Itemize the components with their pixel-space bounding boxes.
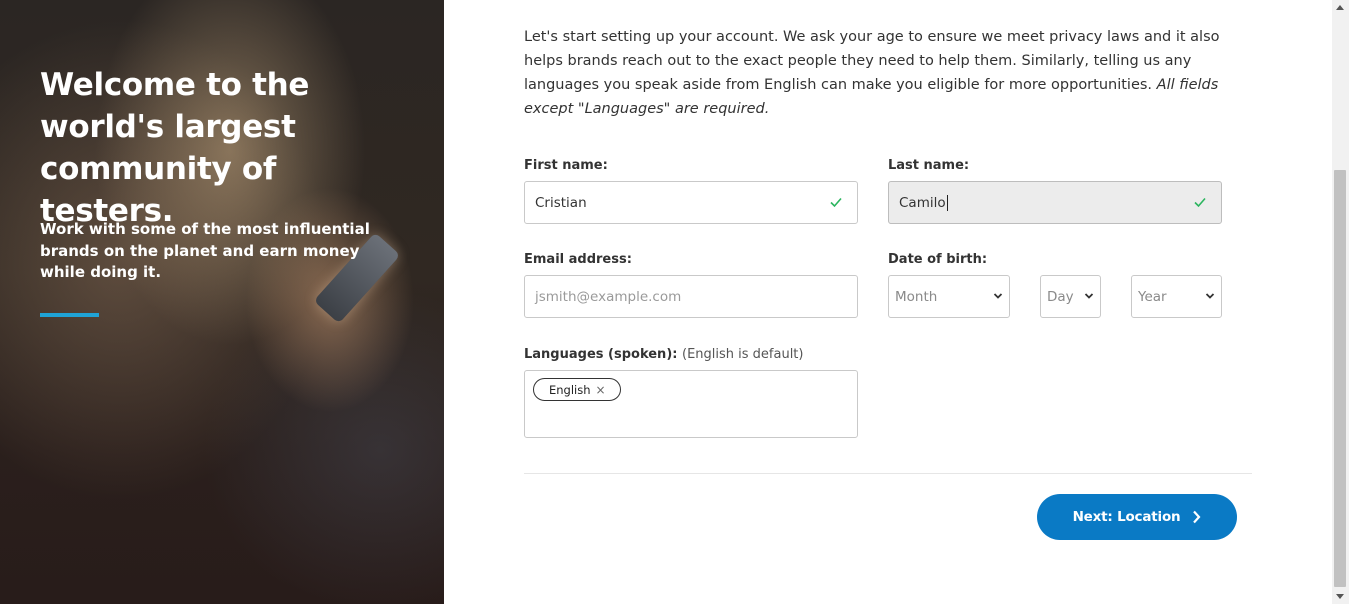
first-name-value: Cristian: [535, 194, 587, 211]
last-name-value: Camilo: [899, 194, 946, 211]
chevron-down-icon: [1084, 293, 1094, 299]
language-tag-english: English ×: [533, 378, 621, 401]
language-tag-label: English: [549, 382, 591, 397]
dob-month-value: Month: [895, 288, 938, 305]
last-name-label: Last name:: [888, 158, 970, 173]
chevron-down-icon: [1205, 293, 1215, 299]
form-divider: [524, 473, 1252, 474]
hero-panel: Welcome to the world's largest community…: [0, 0, 444, 604]
languages-input[interactable]: English ×: [524, 370, 858, 438]
dob-label: Date of birth:: [888, 252, 988, 267]
dob-day-select[interactable]: Day: [1040, 275, 1101, 318]
hero-subtitle: Work with some of the most influential b…: [40, 220, 370, 281]
chevron-down-icon: [993, 293, 1003, 299]
scrollbar-thumb[interactable]: [1334, 170, 1346, 587]
languages-label: Languages (spoken): (English is default): [524, 347, 803, 362]
languages-note: (English is default): [682, 347, 804, 362]
first-name-label: First name:: [524, 158, 608, 173]
scroll-down-icon[interactable]: [1336, 594, 1344, 599]
check-icon: [830, 197, 842, 208]
first-name-field[interactable]: Cristian: [524, 181, 858, 224]
email-label: Email address:: [524, 252, 632, 267]
last-name-field[interactable]: Camilo: [888, 181, 1222, 224]
languages-label-text: Languages (spoken):: [524, 347, 678, 362]
dob-year-value: Year: [1138, 288, 1167, 305]
dob-month-select[interactable]: Month: [888, 275, 1010, 318]
email-field[interactable]: jsmith@example.com: [524, 275, 858, 318]
next-button-label: Next: Location: [1072, 509, 1181, 525]
email-placeholder: jsmith@example.com: [535, 288, 682, 305]
intro-paragraph: Let's start setting up your account. We …: [524, 25, 1240, 121]
dob-day-value: Day: [1047, 288, 1074, 305]
hero-title: Welcome to the world's largest community…: [40, 67, 310, 229]
hero-accent-bar: [40, 313, 99, 317]
scroll-up-icon[interactable]: [1336, 5, 1344, 10]
dob-year-select[interactable]: Year: [1131, 275, 1222, 318]
chevron-right-icon: [1193, 510, 1201, 524]
next-location-button[interactable]: Next: Location: [1037, 494, 1237, 540]
text-cursor: [946, 194, 948, 211]
page-scrollbar[interactable]: [1332, 0, 1349, 604]
intro-text: Let's start setting up your account. We …: [524, 29, 1220, 93]
check-icon: [1194, 197, 1206, 208]
remove-tag-icon[interactable]: ×: [596, 383, 606, 397]
